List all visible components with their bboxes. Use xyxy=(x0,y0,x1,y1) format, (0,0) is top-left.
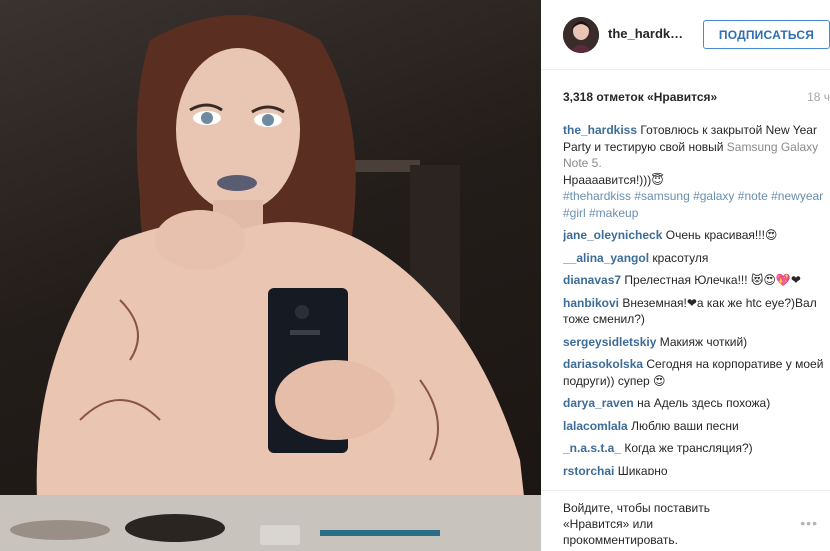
caption-author[interactable]: the_hardkiss xyxy=(563,123,637,137)
comment-text: Люблю ваши песни xyxy=(631,418,739,433)
comment-text: Очень красивая!!!😍 xyxy=(665,228,778,242)
comment-text: Макияж чоткий) xyxy=(659,334,748,349)
username[interactable]: the_hardk… xyxy=(608,26,683,41)
comment: rstorchai Шикарно xyxy=(563,463,825,475)
likes-count[interactable]: 3,318 отметок «Нравится» xyxy=(563,90,717,104)
follow-button[interactable]: ПОДПИСАТЬСЯ xyxy=(703,20,830,49)
post-sidebar: the_hardk… ПОДПИСАТЬСЯ 3,318 отметок «Нр… xyxy=(541,0,830,551)
avatar-image xyxy=(563,17,599,53)
comment: darya_raven на Адель здесь похожа) xyxy=(563,395,825,412)
login-prompt: Войдите, чтобы поставить «Нравится» или … xyxy=(563,500,763,548)
comment: __alina_yangol красотуля xyxy=(563,250,825,267)
comment-author[interactable]: darya_raven xyxy=(563,396,634,410)
comment-author[interactable]: hanbikovi xyxy=(563,296,619,310)
avatar[interactable] xyxy=(563,17,599,53)
comment-text: Шикарно xyxy=(617,463,668,475)
comment: _n.a.s.t.a_ Когда же трансляция?) xyxy=(563,440,825,457)
comment: dianavas7 Прелестная Юлечка!!! 😻😍💖❤ xyxy=(563,272,825,289)
comment-text: Когда же трансляция?) xyxy=(624,441,753,455)
comment: dariasokolska Сегодня на корпоративе у м… xyxy=(563,356,825,389)
comment-author[interactable]: dianavas7 xyxy=(563,273,621,287)
comment-author[interactable]: __alina_yangol xyxy=(563,251,649,265)
photo-illustration xyxy=(0,15,541,551)
comment-author[interactable]: rstorchai xyxy=(563,464,614,475)
comment: sergeysidletskiy Макияж чоткий) xyxy=(563,334,825,351)
post-age[interactable]: 18 ч xyxy=(807,90,830,104)
comment: jane_oleynicheck Очень красивая!!!😍 xyxy=(563,227,825,244)
comment-text: на Адель здесь похожа) xyxy=(637,396,771,410)
ellipsis-icon[interactable]: ••• xyxy=(800,515,818,531)
post-footer: Войдите, чтобы поставить «Нравится» или … xyxy=(541,490,830,551)
comment-author[interactable]: _n.a.s.t.a_ xyxy=(563,441,621,455)
comment-author[interactable]: sergeysidletskiy xyxy=(563,335,656,349)
comment-text: Прелестная Юлечка!!! 😻😍💖❤ xyxy=(624,273,801,287)
post-header: the_hardk… ПОДПИСАТЬСЯ xyxy=(541,0,830,70)
comment-author[interactable]: lalacomlala xyxy=(563,419,628,433)
comments-list[interactable]: the_hardkiss Готовлюсь к закрытой New Ye… xyxy=(563,122,825,490)
caption-hashtags[interactable]: #thehardkiss #samsung #galaxy #note #new… xyxy=(563,189,823,220)
comment: hanbikovi Внеземная!❤а как же htc eye?)В… xyxy=(563,295,825,328)
likes-row: 3,318 отметок «Нравится» 18 ч xyxy=(563,90,830,108)
comment-author[interactable]: dariasokolska xyxy=(563,357,643,371)
caption: the_hardkiss Готовлюсь к закрытой New Ye… xyxy=(563,122,825,221)
comment-author[interactable]: jane_oleynicheck xyxy=(563,228,662,242)
post-photo[interactable] xyxy=(0,0,541,551)
comment-text: красотуля xyxy=(652,250,709,265)
login-link[interactable]: Войдите xyxy=(563,501,610,515)
caption-text-3: Нраааавится!)))😇 xyxy=(563,172,664,187)
comment: lalacomlala Люблю ваши песни xyxy=(563,418,825,435)
